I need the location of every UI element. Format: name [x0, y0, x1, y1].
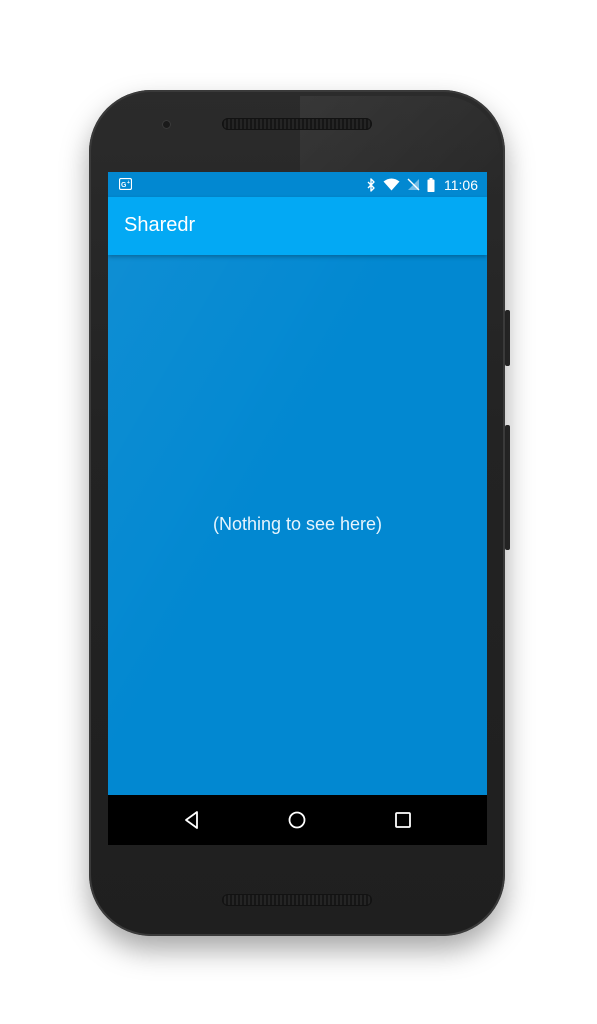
google-plus-icon: G + — [119, 178, 132, 190]
power-button — [505, 310, 510, 366]
top-speaker-grille — [222, 118, 372, 130]
svg-text:+: + — [127, 180, 130, 186]
status-clock: 11:06 — [444, 176, 478, 193]
empty-state-message: (Nothing to see here) — [212, 514, 383, 534]
bottom-speaker-grille — [222, 894, 372, 906]
battery-icon — [427, 177, 435, 192]
navigation-bar — [108, 795, 487, 845]
main-content: (Nothing to see here) — [108, 255, 487, 795]
app-title: Sharedr — [124, 214, 196, 236]
home-icon[interactable] — [285, 808, 309, 832]
device-frame-stage: G + 11:06 Sharedr (Nothing to see here) — [0, 0, 597, 1024]
bluetooth-icon — [367, 177, 375, 192]
front-camera — [162, 120, 171, 129]
app-bar: Sharedr — [108, 197, 487, 255]
no-sim-icon — [407, 178, 420, 191]
wifi-icon — [383, 178, 400, 191]
device-screen: G + 11:06 Sharedr (Nothing to see here) — [108, 172, 487, 845]
volume-rocker — [505, 425, 510, 550]
status-icons: 11:06 — [367, 172, 478, 197]
status-bar: G + 11:06 — [108, 172, 487, 197]
recents-icon[interactable] — [391, 808, 415, 832]
back-icon[interactable] — [180, 808, 204, 832]
